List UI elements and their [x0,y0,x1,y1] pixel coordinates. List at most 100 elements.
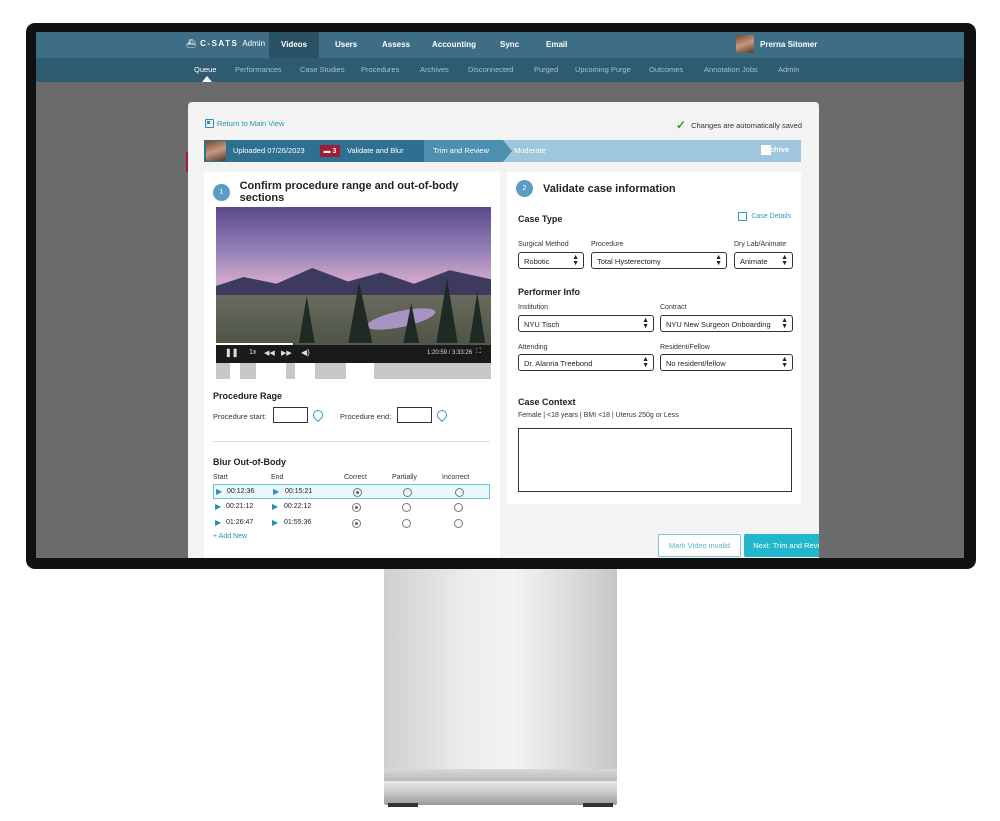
nav-assess[interactable]: Assess [382,40,410,49]
next-button[interactable]: Next: Trim and Review [744,534,819,557]
user-name: Prerna Sitomer [760,39,818,49]
validate-modal: Return to Main View ✓ Changes are automa… [188,102,819,558]
volume-icon[interactable]: ◀) [301,348,310,357]
table-row[interactable]: ▶ 01:26:47 ▶ 01:55:36 [213,516,490,531]
subnav-outcomes[interactable]: Outcomes [649,65,683,74]
uploaded-date: Uploaded 07/26/2023 [233,146,305,155]
resident-select[interactable]: No resident/fellow ▲ ▼ [660,354,793,371]
radio-correct[interactable] [353,488,362,497]
case-context-notes[interactable] [518,428,792,492]
radio-incorrect[interactable] [455,488,464,497]
save-status: ✓ Changes are automatically saved [676,118,802,132]
nav-sync[interactable]: Sync [500,40,519,49]
forward-icon[interactable]: ▶▶ [281,349,292,357]
subnav-purged[interactable]: Purged [534,65,558,74]
play-icon[interactable]: ▶ [215,502,221,511]
subnav-admin[interactable]: Admin [778,65,799,74]
radio-partially[interactable] [402,503,411,512]
location-pin-icon[interactable] [434,407,450,423]
seek-track[interactable] [294,343,491,345]
performer-title: Performer Info [518,287,581,297]
user-menu[interactable]: Prerna Sitomer [736,35,817,53]
subnav-disconnected[interactable]: Disconnected [468,65,513,74]
row-start: 00:12:36 [227,488,255,495]
avatar [736,35,754,53]
step-moderate[interactable]: Moderate [514,146,546,155]
radio-incorrect[interactable] [454,503,463,512]
subnav-procedures[interactable]: Procedures [361,65,399,74]
surgical-method-label: Surgical Method [518,241,569,248]
table-row[interactable]: ▶ 00:21:12 ▶ 00:22:12 [213,500,490,515]
out-of-body-timeline[interactable] [216,363,491,379]
ship-icon: ⛴ [186,39,197,48]
seek-progress[interactable] [216,343,293,345]
procedure-end-input[interactable] [397,407,432,423]
col-end: End [271,474,284,481]
resident-label: Resident/Fellow [660,344,710,351]
nav-users[interactable]: Users [335,40,357,49]
radio-incorrect[interactable] [454,519,463,528]
radio-correct[interactable] [352,519,361,528]
procedure-range-panel: 1 Confirm procedure range and out-of-bod… [204,172,500,558]
video-time: 1:20:59 / 3:33:26 [427,350,473,356]
divider [213,441,490,442]
return-link[interactable]: Return to Main View [205,119,284,128]
play-icon[interactable]: ▶ [273,487,279,496]
mark-invalid-button[interactable]: Mark Video invalid [658,534,741,557]
play-icon[interactable]: ▶ [215,518,221,527]
nav-email[interactable]: Email [546,40,567,49]
add-new-button[interactable]: + Add New [213,533,247,540]
step-validate-blur[interactable]: Validate and Blur [347,146,404,155]
speed-control[interactable]: 1x [249,349,256,356]
col-start: Start [213,474,228,481]
video-controls: ❚❚ 1x ◀◀ ▶▶ ◀) 1:20:59 / 3:33:26 ⛶ [216,343,491,363]
sort-arrows-icon: ▲ ▼ [715,254,722,267]
row-end: 01:55:36 [284,519,312,526]
table-row[interactable]: ▶ 00:12:36 ▶ 00:15:21 [213,484,490,499]
subnav-performances[interactable]: Performances [235,65,282,74]
attending-select[interactable]: Dr. Alanna Treebond ▲ ▼ [518,354,654,371]
sort-arrows-icon: ▲ ▼ [642,317,649,330]
flag-badge[interactable]: ▬ 3 [320,145,340,157]
video-player[interactable]: ❚❚ 1x ◀◀ ▶▶ ◀) 1:20:59 / 3:33:26 ⛶ [216,207,491,379]
nav-accounting[interactable]: Accounting [432,40,476,49]
pause-icon[interactable]: ❚❚ [225,348,238,357]
radio-correct[interactable] [352,503,361,512]
brand-logo[interactable]: ⛴ C-SATS Admin [186,39,265,48]
drylab-select[interactable]: Animate ▲ ▼ [734,252,793,269]
archive-checkbox[interactable] [761,144,772,155]
subnav-annotation-jobs[interactable]: Annotation Jobs [704,65,758,74]
contract-select[interactable]: NYU New Surgeon Onboarding ▲ ▼ [660,315,793,332]
nav-videos[interactable]: Videos [269,32,320,58]
blur-title: Blur Out-of-Body [213,457,286,467]
select-value: Total Hysterectomy [597,257,661,266]
radio-partially[interactable] [402,519,411,528]
institution-select[interactable]: NYU Tisch ▲ ▼ [518,315,654,332]
timeline-segment [295,363,315,379]
case-context-text: Female | <18 years | BMI <18 | Uterus 25… [518,412,679,419]
return-link-label: Return to Main View [217,119,285,128]
subnav-upcoming-purge[interactable]: Upcoming Purge [575,65,631,74]
workflow-progress: Uploaded 07/26/2023 ▬ 3 Validate and Blu… [204,140,801,162]
flag-count: 3 [332,147,337,155]
play-icon[interactable]: ▶ [216,487,222,496]
rewind-icon[interactable]: ◀◀ [264,349,275,357]
location-pin-icon[interactable] [310,407,326,423]
procedure-range-title: Procedure Rage [213,391,283,401]
subnav-archives[interactable]: Archives [420,65,449,74]
surgical-method-select[interactable]: Robotic ▲ ▼ [518,252,584,269]
procedure-select[interactable]: Total Hysterectomy ▲ ▼ [591,252,727,269]
radio-partially[interactable] [403,488,412,497]
monitor-frame: ⛴ C-SATS Admin Videos Users Assess Accou… [26,23,976,569]
select-value: Animate [740,257,768,266]
external-link-icon [738,212,748,221]
step-trim-review[interactable]: Trim and Review [433,146,489,155]
case-details-link[interactable]: Case Details [738,212,791,221]
fullscreen-icon[interactable]: ⛶ [476,348,481,356]
play-icon[interactable]: ▶ [272,518,278,527]
subnav-queue[interactable]: Queue [194,65,217,74]
play-icon[interactable]: ▶ [272,502,278,511]
archive-toggle[interactable]: Archive [761,144,789,155]
subnav-case-studies[interactable]: Case Studies [300,65,345,74]
procedure-start-input[interactable] [273,407,308,423]
